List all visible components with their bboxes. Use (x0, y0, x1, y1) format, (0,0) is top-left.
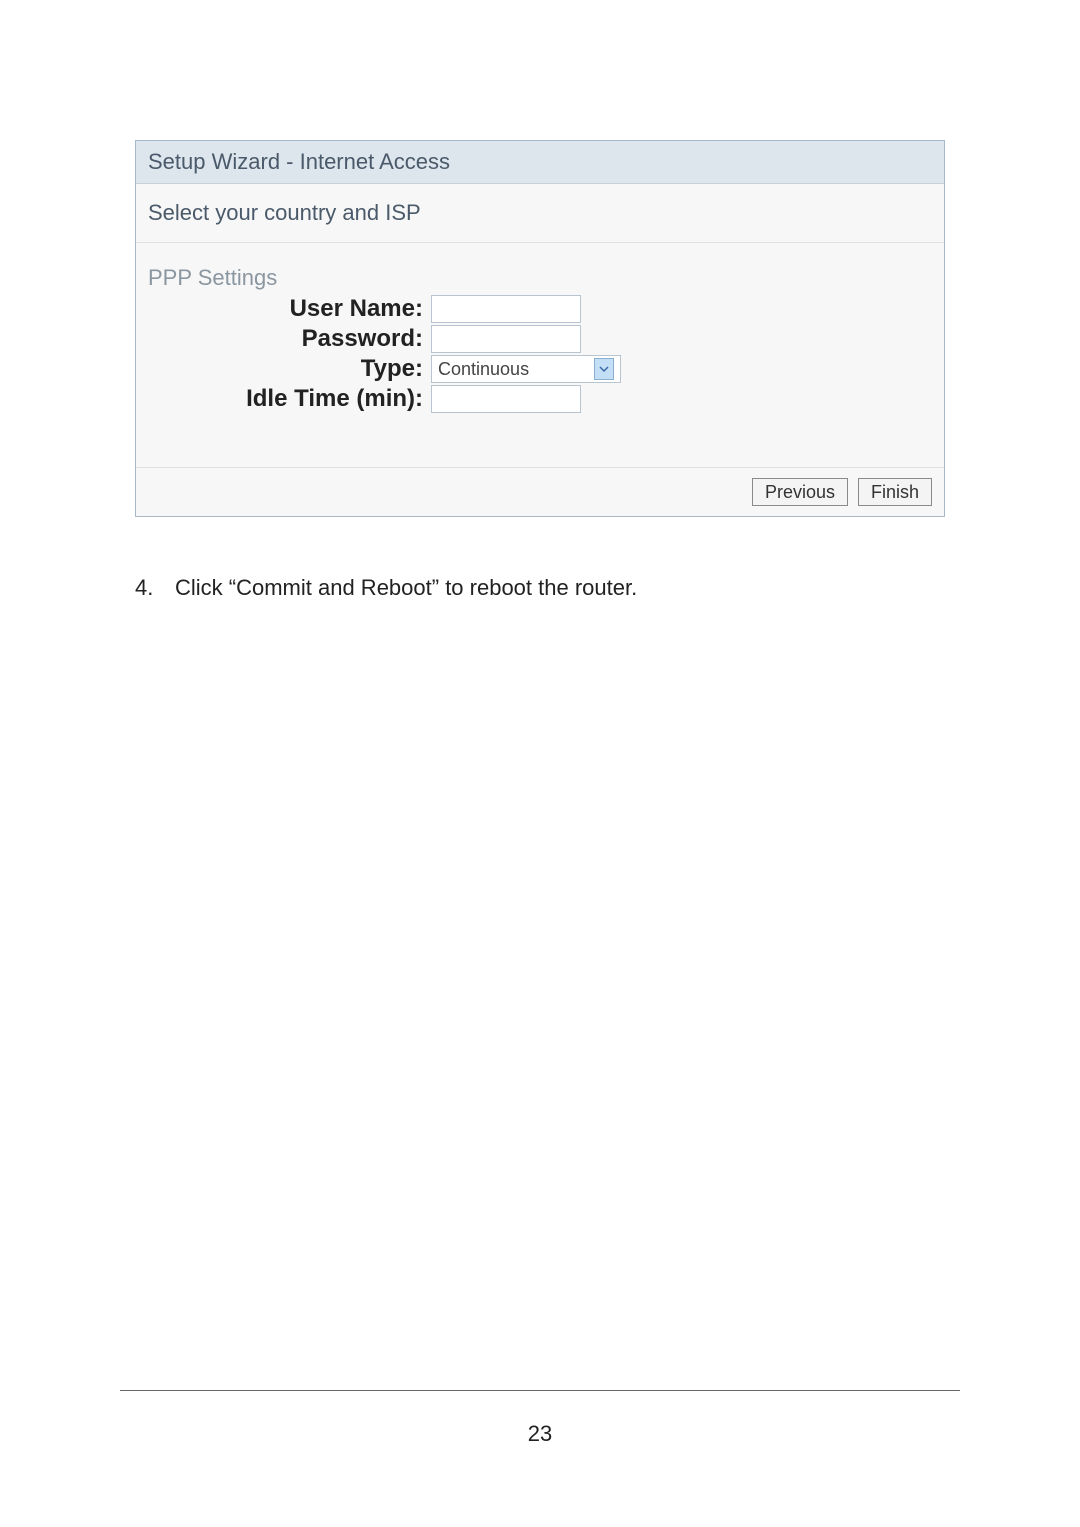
instruction-text: Click “Commit and Reboot” to reboot the … (175, 575, 637, 601)
username-row: User Name: (148, 295, 932, 323)
idle-time-label: Idle Time (min): (148, 385, 431, 413)
wizard-title: Setup Wizard - Internet Access (136, 141, 944, 184)
password-label: Password: (148, 325, 431, 353)
username-input[interactable] (431, 295, 581, 323)
password-input[interactable] (431, 325, 581, 353)
wizard-footer: Previous Finish (136, 467, 944, 516)
username-label: User Name: (148, 295, 431, 323)
type-select-value: Continuous (438, 359, 529, 380)
instruction-number: 4. (135, 575, 175, 601)
instruction-step: 4. Click “Commit and Reboot” to reboot t… (135, 575, 945, 601)
page-number: 23 (528, 1421, 552, 1446)
finish-button[interactable]: Finish (858, 478, 932, 506)
type-row: Type: Continuous (148, 355, 932, 383)
type-select[interactable]: Continuous (431, 355, 621, 383)
idle-time-input[interactable] (431, 385, 581, 413)
setup-wizard-panel: Setup Wizard - Internet Access Select yo… (135, 140, 945, 517)
wizard-subtitle: Select your country and ISP (136, 184, 944, 243)
password-row: Password: (148, 325, 932, 353)
type-label: Type: (148, 355, 431, 383)
ppp-settings-section: PPP Settings User Name: Password: Type: … (136, 243, 944, 467)
chevron-down-icon (594, 358, 614, 380)
idle-time-row: Idle Time (min): (148, 385, 932, 413)
ppp-settings-label: PPP Settings (148, 265, 932, 291)
page-footer: 23 (120, 1390, 960, 1447)
previous-button[interactable]: Previous (752, 478, 848, 506)
